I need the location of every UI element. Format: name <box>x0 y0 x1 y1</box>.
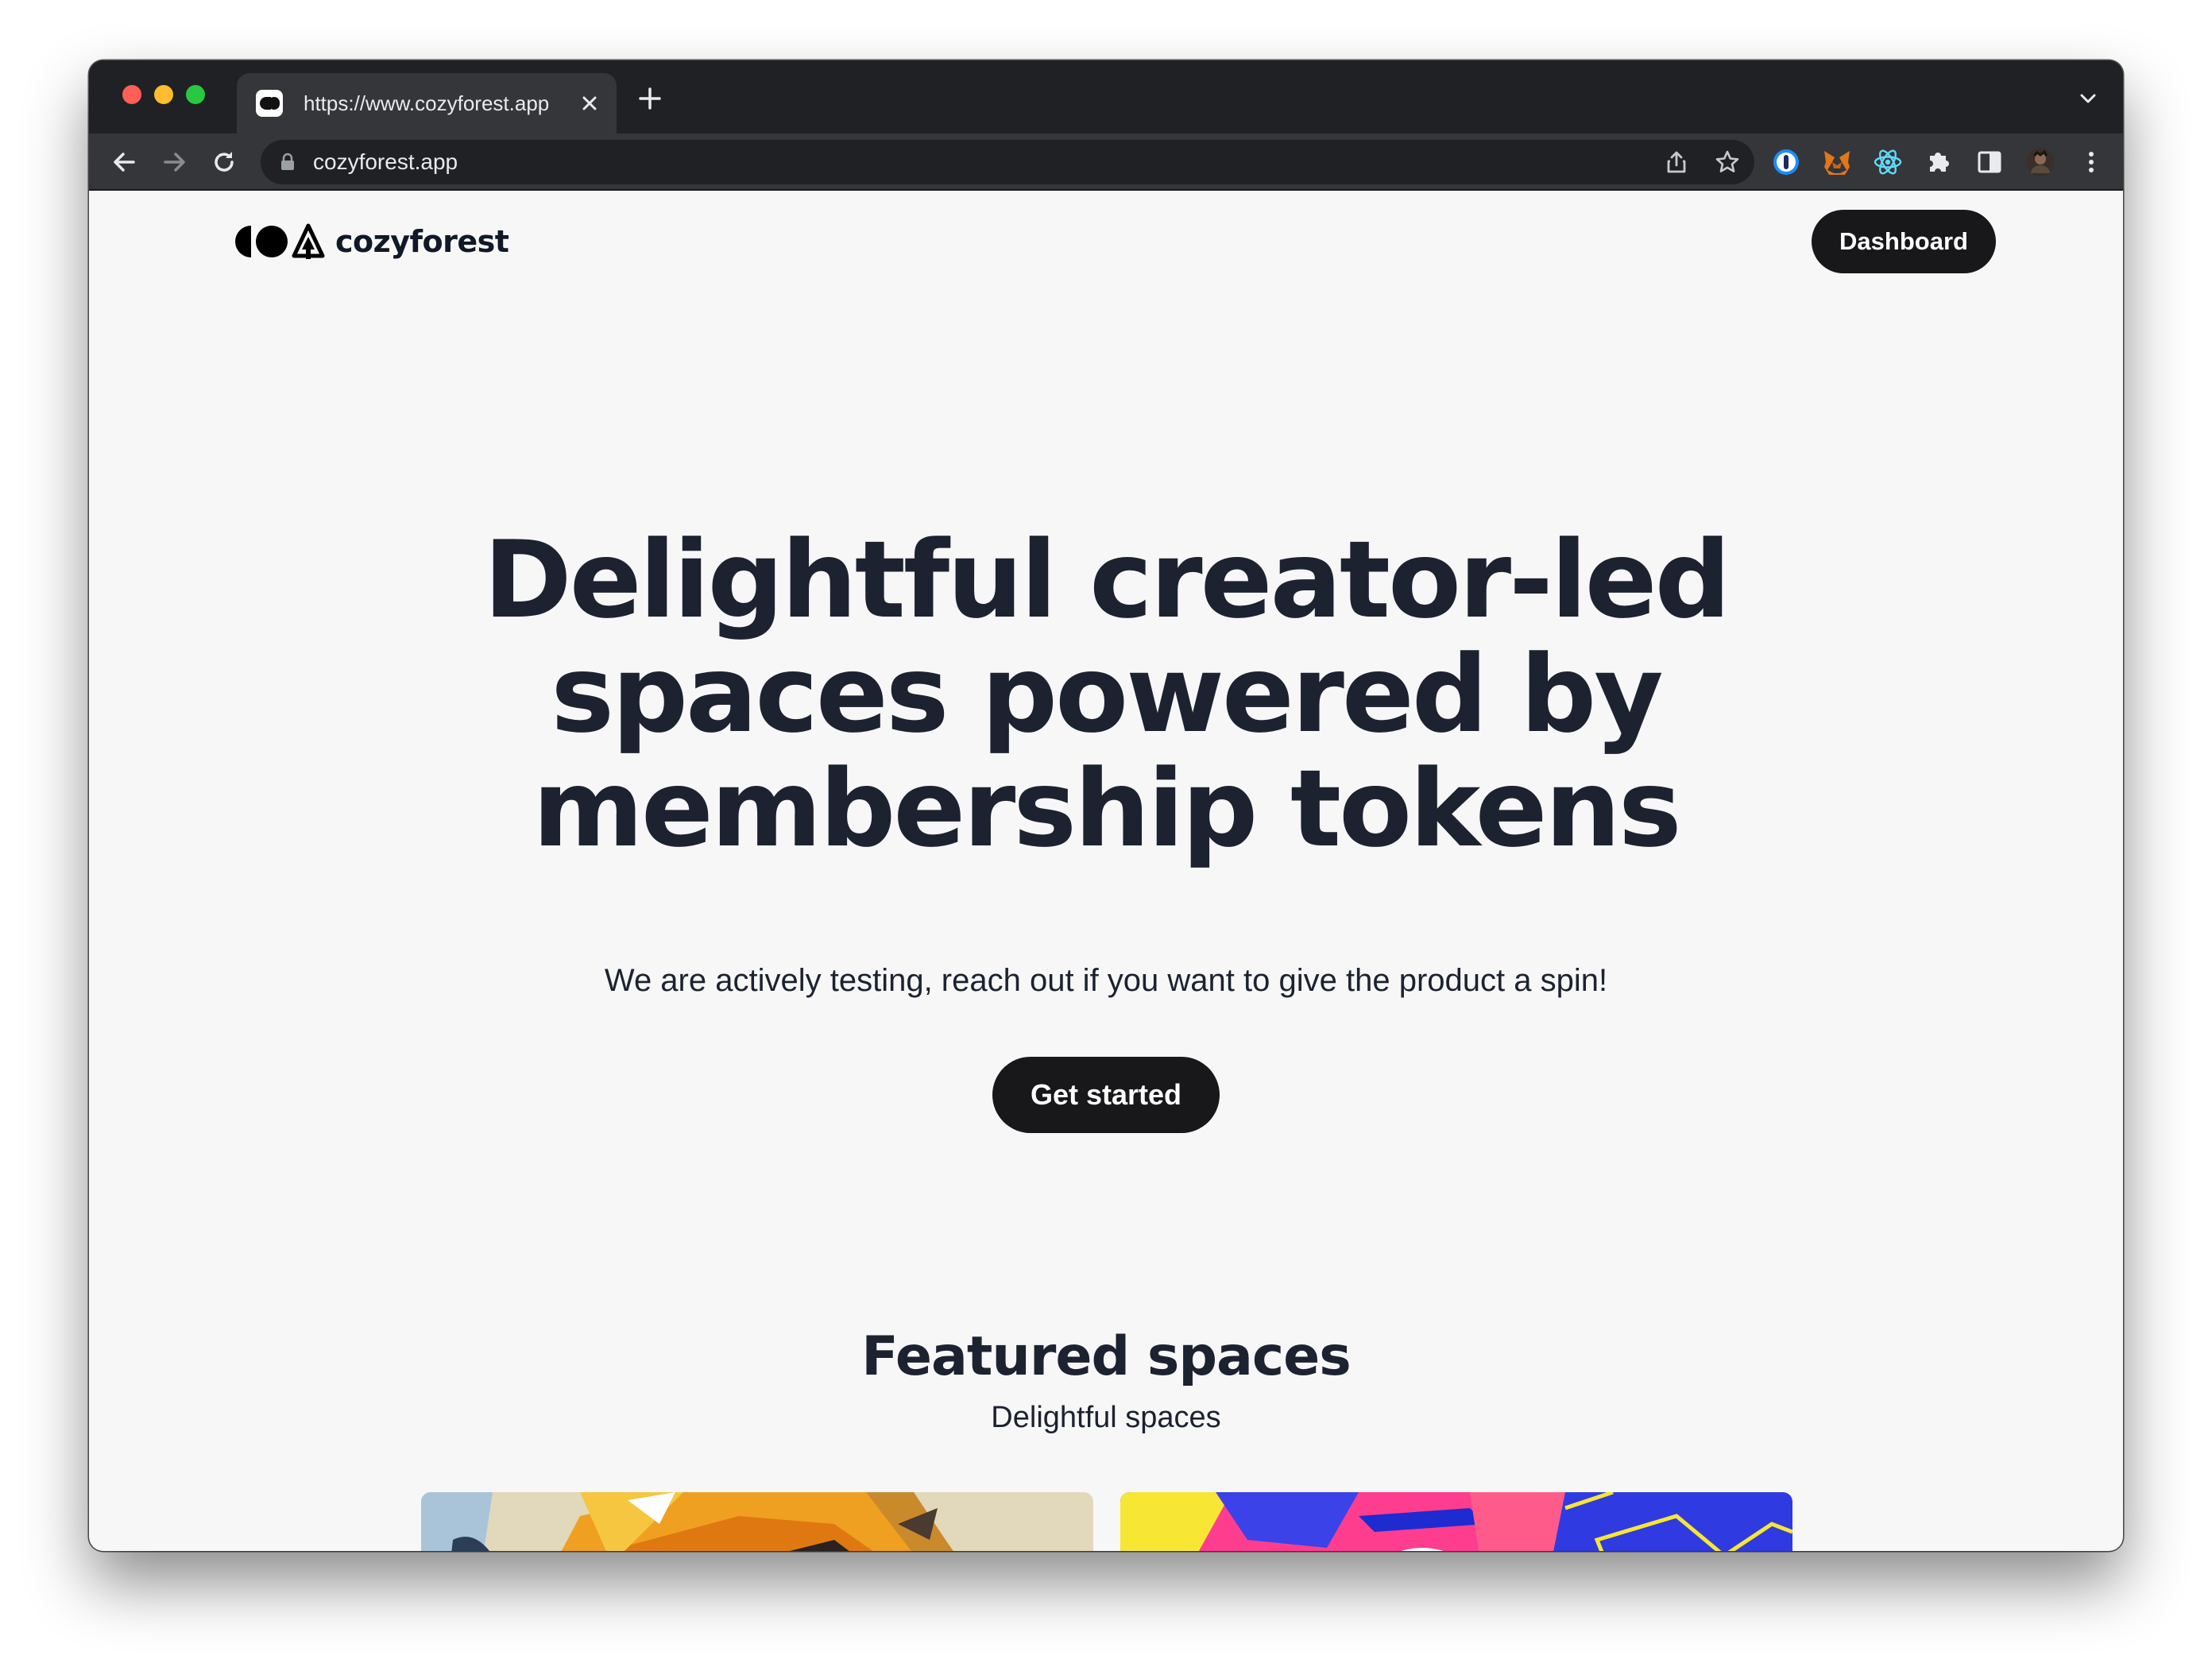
profile-avatar[interactable] <box>2024 146 2056 178</box>
logo-text: cozyforest <box>335 224 509 259</box>
back-icon[interactable] <box>110 148 138 176</box>
new-tab-icon[interactable] <box>637 86 663 111</box>
close-window-button[interactable] <box>122 85 141 104</box>
site-logo[interactable]: cozyforest <box>230 221 509 262</box>
menu-kebab-icon[interactable] <box>2075 146 2107 178</box>
featured-spaces-title: Featured spaces <box>861 1325 1352 1388</box>
browser-window: https://www.cozyforest.app cozyforest.ap… <box>89 60 2123 1551</box>
extensions-puzzle-icon[interactable] <box>1923 146 1955 178</box>
forward-icon[interactable] <box>160 148 189 176</box>
minimize-window-button[interactable] <box>154 85 173 104</box>
featured-space-card[interactable] <box>421 1492 1093 1551</box>
extension-metamask-icon[interactable] <box>1821 146 1853 178</box>
extension-1password-icon[interactable] <box>1770 146 1802 178</box>
side-panel-icon[interactable] <box>1974 146 2005 178</box>
reload-icon[interactable] <box>210 148 238 176</box>
tab-title: https://www.cozyforest.app <box>304 91 550 115</box>
get-started-button[interactable]: Get started <box>992 1057 1220 1133</box>
tab-search-chevron-icon[interactable] <box>2077 87 2099 110</box>
web-page: cozyforest Dashboard Delightful creator-… <box>89 191 2123 1551</box>
lock-icon[interactable] <box>280 153 296 172</box>
featured-space-card[interactable] <box>1120 1492 1792 1551</box>
share-icon[interactable] <box>1664 149 1689 175</box>
space-cover-image <box>1120 1492 1792 1551</box>
hero-title: Delightful creator-led spaces powered by… <box>483 518 1731 871</box>
featured-spaces-subtitle: Delightful spaces <box>991 1401 1221 1434</box>
browser-tab[interactable]: https://www.cozyforest.app <box>237 73 617 133</box>
browser-toolbar: cozyforest.app <box>89 133 2123 191</box>
address-bar[interactable]: cozyforest.app <box>261 140 1754 184</box>
bookmark-star-icon[interactable] <box>1715 149 1740 175</box>
close-tab-icon[interactable] <box>577 91 602 116</box>
favicon-icon <box>256 90 283 117</box>
url-text[interactable]: cozyforest.app <box>313 149 458 175</box>
dashboard-button[interactable]: Dashboard <box>1812 210 1996 273</box>
maximize-window-button[interactable] <box>186 85 205 104</box>
extension-react-devtools-icon[interactable] <box>1872 146 1904 178</box>
hero-subtitle: We are actively testing, reach out if yo… <box>604 963 1608 998</box>
space-cover-image <box>421 1492 1093 1551</box>
cozyforest-logo-icon <box>235 223 325 259</box>
tab-strip: https://www.cozyforest.app <box>89 60 2123 133</box>
